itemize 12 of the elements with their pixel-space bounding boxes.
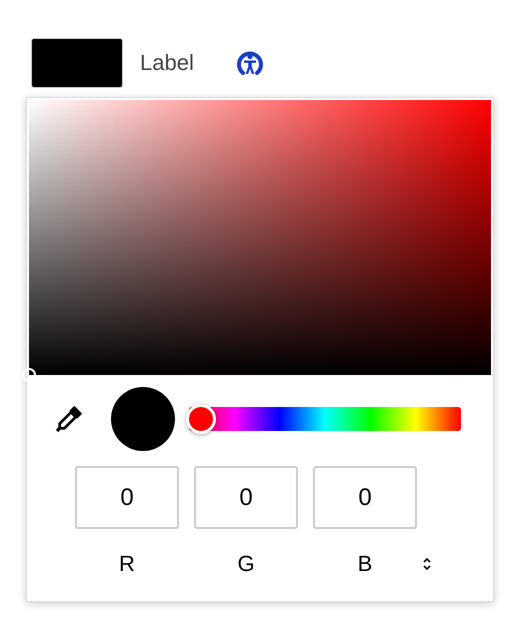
saturation-area[interactable] <box>29 100 491 375</box>
value-field[interactable]: 0 <box>75 466 179 529</box>
color-swatch[interactable] <box>31 38 123 88</box>
channel-label: R <box>118 551 136 577</box>
value-field[interactable]: 0 <box>313 466 417 529</box>
channel-label: G <box>236 551 256 577</box>
field-label: Label <box>140 50 194 76</box>
up-down-chevron-icon[interactable] <box>422 556 432 572</box>
slider-thumb[interactable] <box>186 404 216 434</box>
value-field[interactable]: 0 <box>194 466 298 529</box>
hue-slider[interactable] <box>189 407 461 431</box>
channel-label: B <box>356 551 374 577</box>
